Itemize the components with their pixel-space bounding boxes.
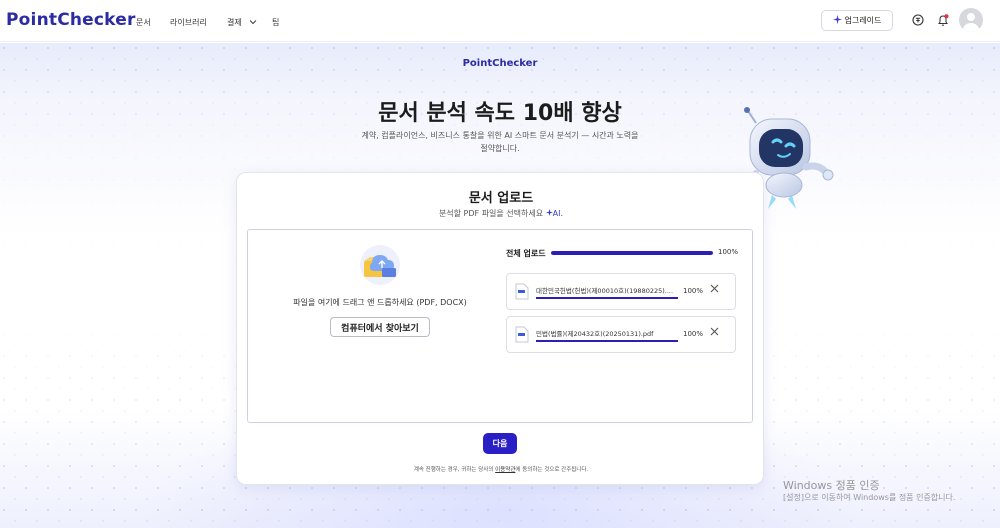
document-file-icon [515,326,529,343]
chevron-down-icon [249,18,257,27]
user-avatar-icon[interactable] [959,8,983,32]
nav-item-library[interactable]: 라이브러리 [170,17,207,28]
upload-title: 문서 업로드 [468,191,534,206]
upgrade-button-label: 업그레이드 [844,16,882,25]
total-upload-percent: 100% [718,248,739,256]
translate-icon[interactable] [911,13,925,27]
ai-label: AI. [545,209,564,218]
uploaded-file-item: 대한민국헌법(헌법)(제00010호)(19880225).... 100% [506,273,736,310]
terms-link[interactable]: 이용약관 [495,467,515,473]
notification-bell-icon[interactable] [936,13,950,27]
remove-file-close-icon[interactable] [710,284,719,296]
nav-item-billing-label: 결제 [227,18,242,27]
upload-subtitle-text: 분석할 PDF 파일을 선택하세요 [438,209,544,218]
upgrade-button[interactable]: 업그레이드 [821,10,893,31]
page-subtitle: 계약, 컴플라이언스, 비즈니스 통찰을 위한 AI 스마트 문서 분석기 — … [361,131,639,153]
file-percent: 100% [683,287,704,295]
drop-zone-text: 파일을 여기에 드래그 앤 드롭하세요 (PDF, DOCX) [293,298,467,307]
uploaded-file-item: 민법(법률)(제20432호)(20250131).pdf 100% [506,316,736,353]
document-file-icon [515,283,529,300]
folder-cloud-upload-icon [360,245,400,285]
next-button[interactable]: 다음 [483,433,517,454]
top-navigation-bar: PointChecker 문서 라이브러리 결제 팁 업그레이드 [0,0,1000,42]
nav-item-tips[interactable]: 팁 [272,17,279,28]
windows-activation-watermark-title: Windows 정품 인증 [783,479,880,492]
file-name: 대한민국헌법(헌법)(제00010호)(19880225).... [536,287,674,295]
remove-file-close-icon[interactable] [710,327,719,339]
browse-computer-button[interactable]: 컴퓨터에서 찾아보기 [330,317,430,337]
terms-notice: 계속 진행하는 경우, 귀하는 당사의 이용약관에 동의하는 것으로 간주됩니다… [237,465,765,473]
file-progress-bar [536,297,678,299]
app-logo[interactable]: PointChecker [6,10,136,30]
upload-card: 문서 업로드 분석할 PDF 파일을 선택하세요 AI. 파일을 여기에 드래그… [236,172,764,485]
hero-logo: PointChecker [462,58,538,69]
upload-panel: 파일을 여기에 드래그 앤 드롭하세요 (PDF, DOCX) 컴퓨터에서 찾아… [247,229,753,423]
file-progress-bar [536,340,678,342]
sparkle-icon [832,14,842,27]
windows-activation-watermark-text: [설정]으로 이동하여 Windows를 정품 인증합니다. [783,493,956,502]
total-upload-label: 전체 업로드 [506,249,546,258]
file-percent: 100% [683,330,704,338]
terms-prefix: 계속 진행하는 경우, 귀하는 당사의 [413,467,496,473]
page-title: 문서 분석 속도 10배 향상 [378,101,622,126]
nav-item-billing[interactable]: 결제 [227,17,257,28]
upload-subtitle: 분석할 PDF 파일을 선택하세요 AI. [237,208,765,219]
file-progress-fill [536,297,678,299]
ai-label-text: AI. [552,209,564,218]
total-upload-progress-bar [551,251,713,255]
total-upload-progress-fill [551,251,713,255]
file-name: 민법(법률)(제20432호)(20250131).pdf [536,330,654,338]
terms-suffix: 에 동의하는 것으로 간주됩니다. [515,467,589,473]
file-progress-fill [536,340,678,342]
nav-item-documents[interactable]: 문서 [136,17,151,28]
